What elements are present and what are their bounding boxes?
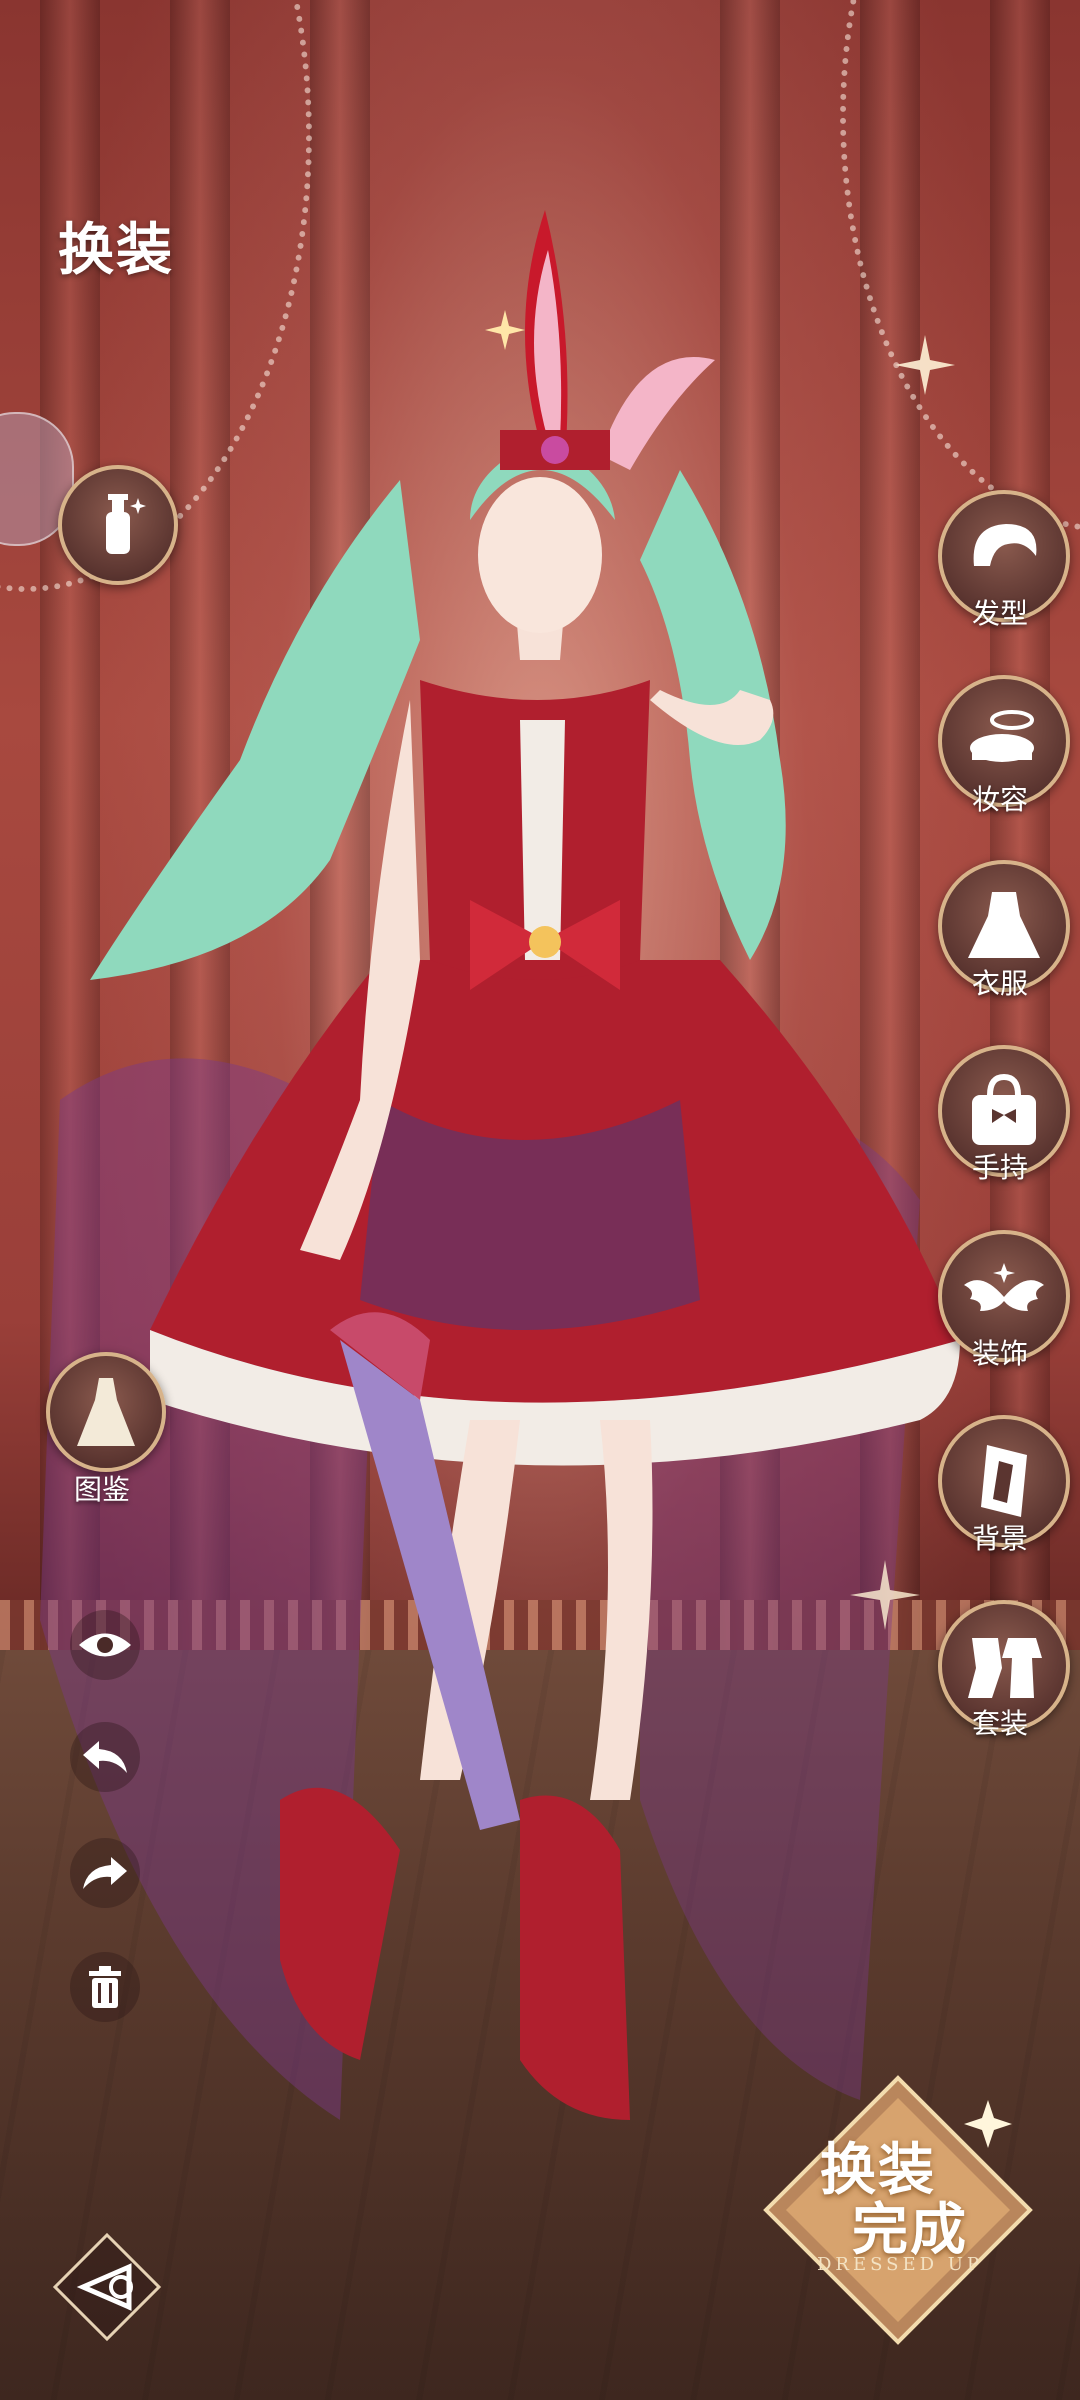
background-label: 背景 xyxy=(971,1522,1028,1555)
curtain-fold xyxy=(720,0,780,1680)
undo-button[interactable] xyxy=(70,1722,140,1792)
delete-button[interactable] xyxy=(70,1952,140,2022)
dress-icon xyxy=(77,1378,135,1446)
back-button[interactable] xyxy=(42,2222,172,2352)
visibility-toggle-button[interactable] xyxy=(70,1610,140,1680)
makeup-compact-icon xyxy=(970,710,1034,762)
handheld-label: 手持 xyxy=(971,1151,1028,1184)
dress-icon xyxy=(968,892,1040,958)
hairstyle-label: 发型 xyxy=(971,597,1028,630)
page-title: 换装 xyxy=(58,218,174,283)
gallery-label: 图鉴 xyxy=(73,1473,130,1506)
game-scene xyxy=(0,0,1080,2400)
outfit-set-icon xyxy=(968,1638,1042,1698)
hair-icon xyxy=(973,524,1037,566)
cosmetic-bottle-icon xyxy=(106,494,146,554)
redo-button[interactable] xyxy=(70,1838,140,1908)
undo-arrow-icon xyxy=(83,1741,127,1773)
cosmetic-bottle-button[interactable] xyxy=(58,465,178,585)
accessory-label: 装饰 xyxy=(971,1337,1028,1370)
redo-arrow-icon xyxy=(83,1857,127,1889)
wings-icon xyxy=(964,1263,1044,1311)
dressed-up-subtitle: DRESSED UP xyxy=(816,2254,984,2275)
gallery-button[interactable] xyxy=(46,1352,166,1472)
handbag-icon xyxy=(972,1073,1036,1145)
makeup-label: 妆容 xyxy=(971,783,1028,816)
back-arrow-icon xyxy=(52,2232,162,2342)
eye-icon xyxy=(79,1633,131,1657)
background-card-icon xyxy=(981,1445,1027,1517)
clothing-label: 衣服 xyxy=(971,967,1028,1000)
curtain-fold xyxy=(310,0,370,1680)
trash-icon xyxy=(89,1966,121,2008)
outfit-set-label: 套装 xyxy=(971,1707,1028,1740)
